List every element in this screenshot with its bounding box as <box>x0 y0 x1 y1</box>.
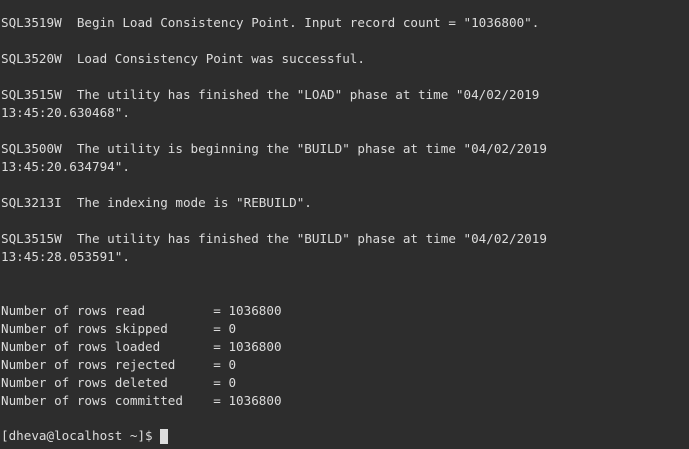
text-cursor <box>160 428 169 444</box>
output-line: 13:45:20.634794". <box>1 159 130 174</box>
output-line: SQL3500W The utility is beginning the "B… <box>1 141 547 156</box>
output-line: 13:45:20.630468". <box>1 105 130 120</box>
prompt-text: [dheva@localhost ~]$ <box>1 428 161 443</box>
command-prompt[interactable]: [dheva@localhost ~]$ <box>1 427 169 445</box>
output-line: SQL3515W The utility has finished the "B… <box>1 231 547 246</box>
output-line: SQL3515W The utility has finished the "L… <box>1 87 540 102</box>
output-line: Number of rows read = 1036800 <box>1 303 282 318</box>
output-line: 13:45:28.053591". <box>1 249 130 264</box>
output-line: Number of rows skipped = 0 <box>1 321 237 336</box>
output-line: SQL3213I The indexing mode is "REBUILD". <box>1 195 312 210</box>
output-line: SQL3520W Load Consistency Point was succ… <box>1 51 365 66</box>
output-line: Number of rows deleted = 0 <box>1 375 237 390</box>
terminal-output: SQL3519W Begin Load Consistency Point. I… <box>1 14 689 410</box>
output-line: Number of rows rejected = 0 <box>1 357 237 372</box>
output-line: Number of rows loaded = 1036800 <box>1 339 282 354</box>
terminal-window[interactable]: SQL3519W Begin Load Consistency Point. I… <box>0 0 689 449</box>
output-line: SQL3519W Begin Load Consistency Point. I… <box>1 15 540 30</box>
output-line: Number of rows committed = 1036800 <box>1 393 282 408</box>
